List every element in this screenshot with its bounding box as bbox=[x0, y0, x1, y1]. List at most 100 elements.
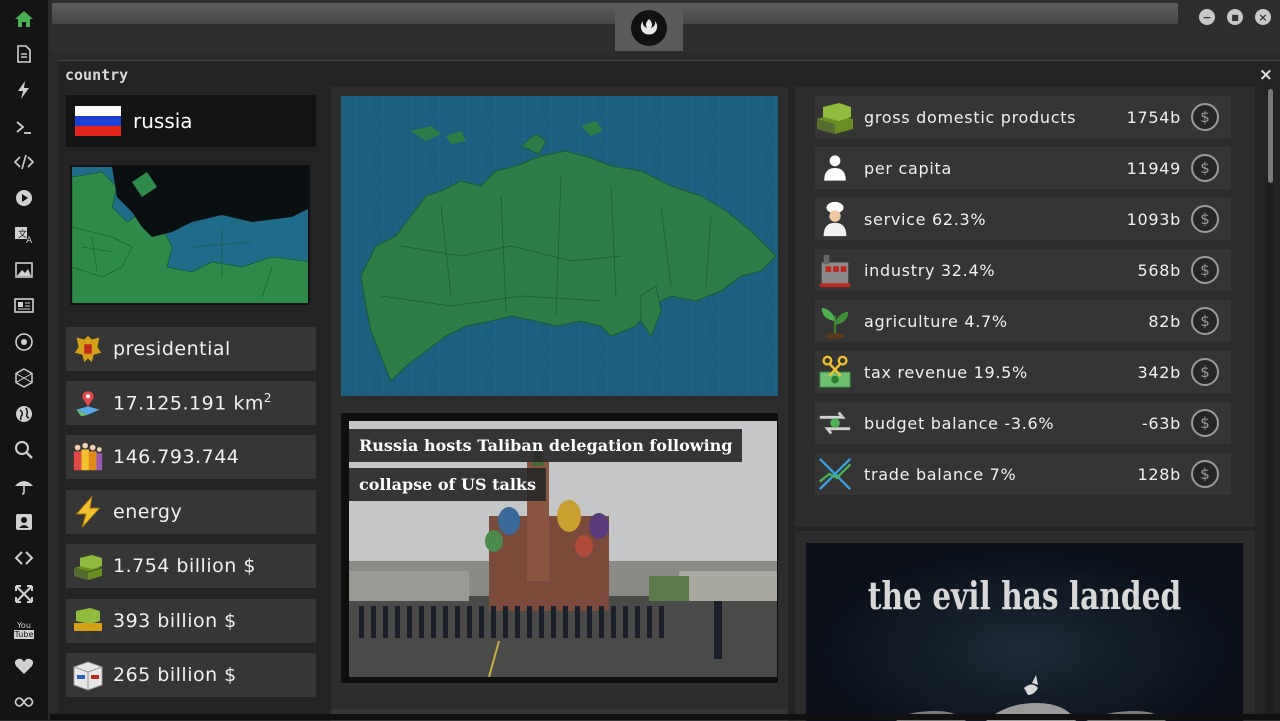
economy-value: 128b bbox=[1137, 464, 1181, 484]
lightning-icon[interactable] bbox=[13, 79, 35, 101]
document-icon[interactable] bbox=[13, 43, 35, 65]
sidebar: 文A You Tube bbox=[0, 0, 48, 720]
exports-value: 393 billion $ bbox=[113, 610, 237, 632]
economy-label: per capita bbox=[864, 158, 952, 178]
government-row: presidential bbox=[66, 327, 316, 371]
area-value: 17.125.191 km2 bbox=[113, 391, 272, 415]
promo-banner[interactable]: the evil has landed bbox=[806, 543, 1243, 721]
economy-value: 11949 bbox=[1126, 158, 1181, 178]
country-map[interactable] bbox=[341, 96, 778, 396]
umbrella-icon[interactable] bbox=[13, 475, 35, 497]
dollar-coin-icon[interactable]: $ bbox=[1191, 154, 1219, 182]
population-icon bbox=[70, 439, 106, 475]
scissors-money-icon bbox=[815, 352, 855, 392]
economy-row: agriculture 4.7% 82b $ bbox=[815, 300, 1231, 342]
factory-icon bbox=[815, 250, 855, 290]
bottom-strip bbox=[50, 714, 1280, 720]
contact-icon[interactable] bbox=[13, 511, 35, 533]
dollar-coin-icon[interactable]: $ bbox=[1191, 358, 1219, 386]
close-window-button[interactable]: × bbox=[1255, 9, 1271, 25]
economy-value: 82b bbox=[1148, 311, 1181, 331]
rebel-logo-icon bbox=[631, 10, 667, 46]
economy-value: 1754b bbox=[1126, 107, 1181, 127]
transfer-icon bbox=[815, 403, 855, 443]
dollar-coin-icon[interactable]: $ bbox=[1191, 103, 1219, 131]
search-icon[interactable] bbox=[13, 439, 35, 461]
plant-icon bbox=[815, 301, 855, 341]
globe-icon[interactable] bbox=[13, 403, 35, 425]
imports-value: 265 billion $ bbox=[113, 664, 237, 686]
economy-row: trade balance 7% 128b $ bbox=[815, 453, 1231, 495]
energy-icon bbox=[70, 494, 106, 530]
dollar-coin-icon[interactable]: $ bbox=[1191, 307, 1219, 335]
economy-label: industry 32.4% bbox=[864, 260, 996, 280]
logo-tab[interactable] bbox=[615, 4, 683, 51]
country-minimap[interactable] bbox=[70, 165, 310, 305]
money-stack-icon bbox=[70, 548, 106, 584]
economy-row: tax revenue 19.5% 342b $ bbox=[815, 351, 1231, 393]
economy-value: 568b bbox=[1137, 260, 1181, 280]
gdp-value: 1.754 billion $ bbox=[113, 555, 256, 577]
economy-label: service 62.3% bbox=[864, 209, 987, 229]
dollar-coin-icon[interactable]: $ bbox=[1191, 256, 1219, 284]
population-row: 146.793.744 bbox=[66, 435, 316, 479]
news-image: Russia hosts Taliban delegation followin… bbox=[349, 421, 777, 677]
chef-icon bbox=[815, 199, 855, 239]
package-icon bbox=[70, 657, 106, 693]
dollar-coin-icon[interactable]: $ bbox=[1191, 460, 1219, 488]
dollar-coin-icon[interactable]: $ bbox=[1191, 409, 1219, 437]
map-pin-icon bbox=[70, 385, 106, 421]
economy-row: per capita 11949 $ bbox=[815, 147, 1231, 189]
expand-icon[interactable] bbox=[13, 583, 35, 605]
country-name: russia bbox=[133, 109, 193, 133]
scrollbar-thumb[interactable] bbox=[1268, 89, 1273, 183]
economy-row: service 62.3% 1093b $ bbox=[815, 198, 1231, 240]
country-panel: country × russia presidential 17.125.191… bbox=[58, 60, 1280, 721]
translate-icon[interactable]: 文A bbox=[13, 223, 35, 245]
trade-icon bbox=[815, 454, 855, 494]
economy-label: trade balance 7% bbox=[864, 464, 1017, 484]
heart-icon[interactable] bbox=[13, 655, 35, 677]
news-headline-line1: Russia hosts Taliban delegation followin… bbox=[349, 429, 743, 462]
link-icon[interactable] bbox=[13, 547, 35, 569]
country-header: russia bbox=[66, 95, 316, 147]
maximize-button[interactable]: ■ bbox=[1227, 9, 1243, 25]
area-row: 17.125.191 km2 bbox=[66, 381, 316, 425]
russia-flag-icon bbox=[75, 106, 121, 136]
economy-row: industry 32.4% 568b $ bbox=[815, 249, 1231, 291]
money-cart-icon bbox=[70, 603, 106, 639]
panel-close-button[interactable]: × bbox=[1259, 65, 1273, 85]
news-card[interactable]: Russia hosts Taliban delegation followin… bbox=[341, 413, 778, 683]
money-stack-icon bbox=[815, 97, 855, 137]
economy-label: tax revenue 19.5% bbox=[864, 362, 1028, 382]
news-headline-line2: collapse of US talks bbox=[349, 468, 547, 501]
play-icon[interactable] bbox=[13, 187, 35, 209]
image-icon[interactable] bbox=[13, 259, 35, 281]
news-icon[interactable] bbox=[13, 294, 35, 316]
economy-label: budget balance -3.6% bbox=[864, 413, 1055, 433]
home-icon[interactable] bbox=[13, 8, 35, 30]
economy-label: agriculture 4.7% bbox=[864, 311, 1008, 331]
imports-row: 265 billion $ bbox=[66, 653, 316, 697]
economy-label: gross domestic products bbox=[864, 107, 1077, 127]
dollar-coin-icon[interactable]: $ bbox=[1191, 205, 1219, 233]
infinity-icon[interactable] bbox=[13, 691, 35, 713]
sector-value: energy bbox=[113, 501, 183, 523]
sector-row: energy bbox=[66, 490, 316, 534]
hexagon-icon[interactable] bbox=[13, 367, 35, 389]
economy-row: budget balance -3.6% -63b $ bbox=[815, 402, 1231, 444]
svg-text:A: A bbox=[26, 236, 33, 244]
terminal-icon[interactable] bbox=[13, 116, 35, 138]
economy-value: 1093b bbox=[1126, 209, 1181, 229]
economy-value: 342b bbox=[1137, 362, 1181, 382]
government-type: presidential bbox=[113, 338, 231, 360]
coat-of-arms-icon bbox=[70, 331, 106, 367]
exports-row: 393 billion $ bbox=[66, 599, 316, 643]
minimize-button[interactable]: − bbox=[1199, 9, 1215, 25]
person-icon bbox=[815, 148, 855, 188]
economy-value: -63b bbox=[1141, 413, 1181, 433]
youtube-icon[interactable]: You Tube bbox=[13, 619, 35, 641]
population-value: 146.793.744 bbox=[113, 446, 240, 468]
rebel-icon[interactable] bbox=[13, 331, 35, 353]
code-icon[interactable] bbox=[13, 151, 35, 173]
